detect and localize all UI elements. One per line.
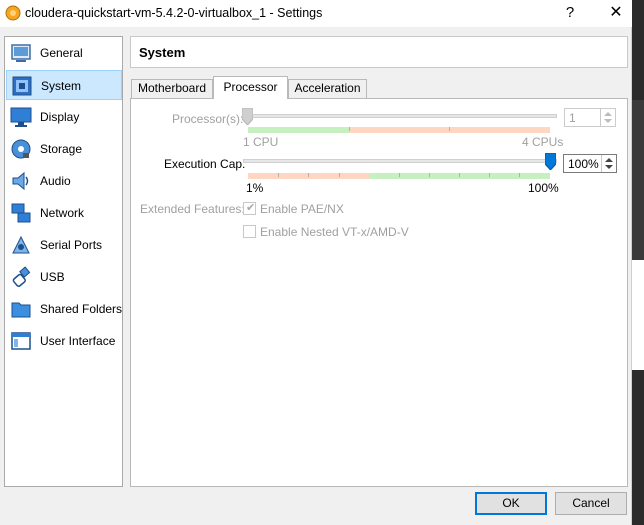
pae-label: Enable PAE/NX	[260, 202, 344, 216]
virtualbox-app-icon	[5, 5, 21, 21]
processors-spinbox[interactable]: 1	[564, 108, 616, 127]
exec-cap-scale	[248, 173, 550, 179]
sidebar-item-shared-folders[interactable]: Shared Folders	[6, 294, 122, 324]
settings-sidebar: General System Display Storage Audio Net…	[4, 36, 123, 487]
serial-ports-icon	[12, 235, 30, 254]
sidebar-item-label: USB	[40, 270, 65, 284]
sidebar-item-audio[interactable]: Audio	[6, 166, 122, 196]
sidebar-item-user-interface[interactable]: User Interface	[6, 326, 122, 356]
exec-cap-slider-track[interactable]	[243, 159, 557, 163]
sidebar-item-general[interactable]: General	[6, 38, 122, 68]
display-icon	[10, 107, 32, 127]
extended-features-label: Extended Features:	[140, 202, 245, 216]
sidebar-item-serial-ports[interactable]: Serial Ports	[6, 230, 122, 260]
nested-vtx-label: Enable Nested VT-x/AMD-V	[260, 225, 409, 239]
sidebar-item-display[interactable]: Display	[6, 102, 122, 132]
background-strip-white	[632, 260, 644, 370]
section-header: System	[130, 36, 628, 68]
processors-min-label: 1 CPU	[243, 135, 279, 149]
sidebar-item-label: Display	[40, 110, 80, 124]
checkmark-icon: ✔	[246, 202, 256, 214]
exec-cap-spinbox[interactable]: 100%	[563, 154, 617, 173]
close-button[interactable]: ✕	[596, 0, 636, 27]
audio-icon	[12, 171, 29, 191]
exec-cap-spin-arrows[interactable]	[601, 155, 616, 172]
storage-icon	[11, 139, 31, 159]
sidebar-item-usb[interactable]: USB	[6, 262, 122, 292]
sidebar-item-label: User Interface	[40, 334, 116, 348]
nested-vtx-checkbox[interactable]	[243, 225, 256, 238]
system-icon	[12, 76, 32, 96]
sidebar-item-label: Serial Ports	[40, 238, 103, 252]
processors-spin-arrows[interactable]	[600, 109, 615, 126]
background-strip-panel	[632, 100, 644, 260]
tab-motherboard[interactable]: Motherboard	[131, 79, 213, 98]
sidebar-item-storage[interactable]: Storage	[6, 134, 122, 164]
processors-label: Processor(s):	[172, 112, 244, 126]
sidebar-item-label: Audio	[40, 174, 71, 188]
cancel-button[interactable]: Cancel	[555, 492, 627, 515]
exec-cap-max-label: 100%	[528, 181, 559, 195]
exec-cap-value: 100%	[568, 157, 599, 171]
tab-acceleration[interactable]: Acceleration	[288, 79, 367, 98]
sidebar-item-label: General	[40, 46, 83, 60]
user-interface-icon	[11, 332, 31, 350]
sidebar-item-label: System	[41, 79, 82, 93]
sidebar-item-label: Shared Folders	[40, 302, 123, 316]
shared-folders-icon	[11, 302, 31, 318]
sidebar-item-label: Storage	[40, 142, 83, 156]
general-icon	[11, 44, 31, 62]
network-icon	[11, 203, 31, 223]
page-title: System	[139, 45, 186, 60]
sidebar-item-network[interactable]: Network	[6, 198, 122, 228]
processors-scale	[248, 127, 550, 133]
ok-button[interactable]: OK	[475, 492, 547, 515]
sidebar-item-system[interactable]: System	[6, 70, 122, 100]
title-bar: cloudera-quickstart-vm-5.4.2-0-virtualbo…	[0, 0, 632, 27]
window-title: cloudera-quickstart-vm-5.4.2-0-virtualbo…	[25, 6, 323, 20]
tab-processor[interactable]: Processor	[213, 76, 288, 99]
exec-cap-slider-thumb[interactable]	[545, 153, 556, 170]
usb-icon	[12, 266, 31, 287]
processors-slider-thumb[interactable]	[242, 108, 253, 125]
processors-slider-track[interactable]	[243, 114, 557, 118]
processors-value: 1	[569, 111, 576, 125]
pae-checkbox[interactable]: ✔	[243, 202, 256, 215]
exec-cap-label: Execution Cap:	[164, 157, 246, 171]
sidebar-item-label: Network	[40, 206, 85, 220]
exec-cap-min-label: 1%	[246, 181, 264, 195]
settings-window: cloudera-quickstart-vm-5.4.2-0-virtualbo…	[0, 0, 632, 525]
processors-max-label: 4 CPUs	[522, 135, 564, 149]
help-button[interactable]: ?	[550, 0, 590, 27]
